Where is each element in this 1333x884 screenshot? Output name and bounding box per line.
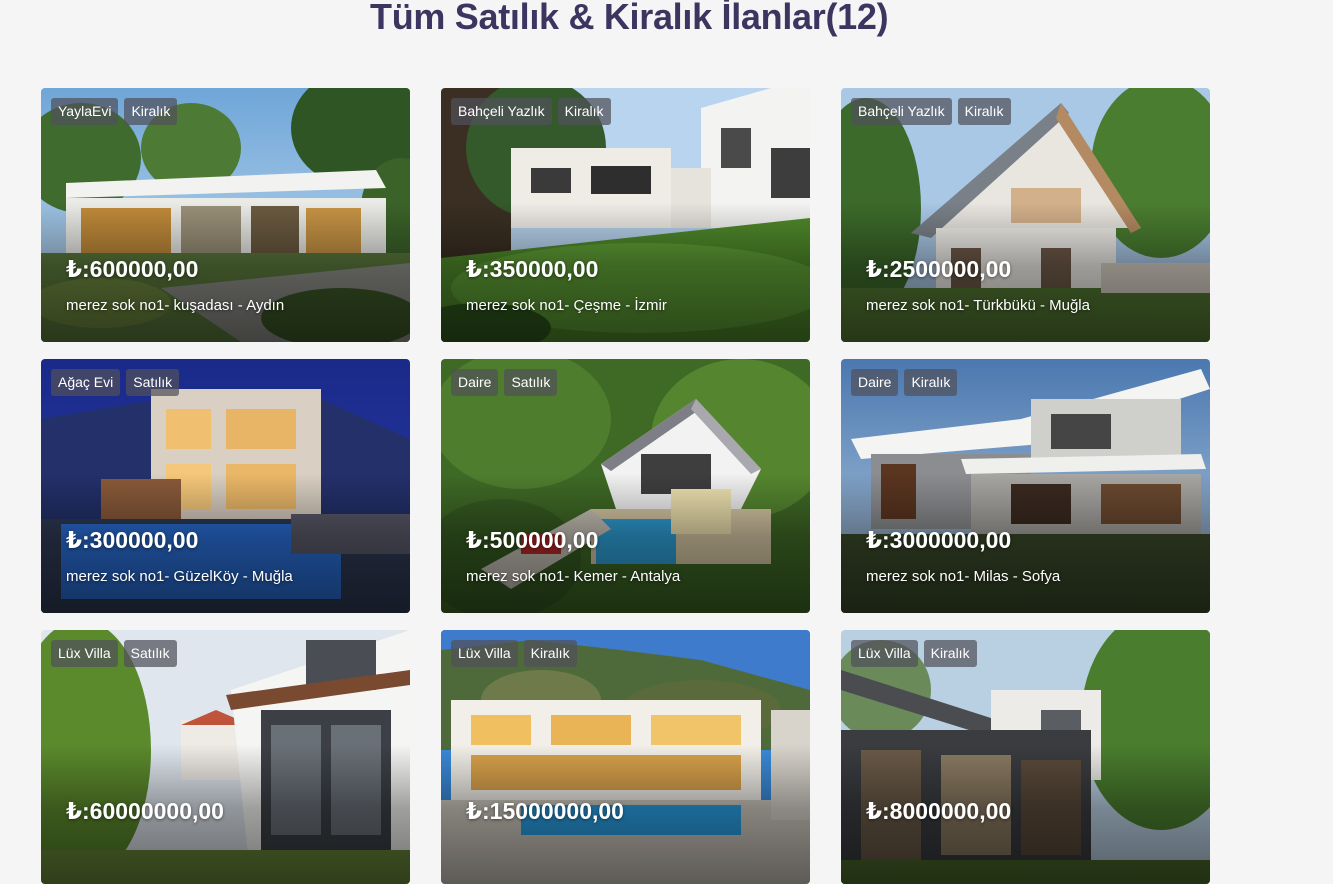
listing-tags: Bahçeli Yazlık Kiralık (851, 98, 1011, 125)
listing-status-tag[interactable]: Satılık (126, 369, 180, 396)
property-type-tag[interactable]: Bahçeli Yazlık (451, 98, 552, 125)
listing-price: ₺:350000,00 (466, 256, 599, 282)
listing-address: merez sok no1- kuşadası - Aydın (66, 297, 285, 314)
listing-status-tag[interactable]: Kiralık (124, 98, 178, 125)
page-title: Tüm Satılık & Kiralık İlanlar(12) (370, 0, 889, 37)
listing-address: merez sok no1- Milas - Sofya (866, 568, 1061, 585)
listing-status-tag[interactable]: Satılık (123, 640, 177, 667)
listing-address: merez sok no1- Kemer - Antalya (466, 568, 681, 585)
listing-tags: YaylaEvi Kiralık (51, 98, 178, 125)
listing-card[interactable]: Lüx Villa Kiralık ₺:8000000,00 (841, 630, 1210, 884)
listing-tags: Lüx Villa Kiralık (451, 640, 577, 667)
listing-card[interactable]: Bahçeli Yazlık Kiralık ₺:2500000,00 mere… (841, 88, 1210, 342)
property-type-tag[interactable]: Daire (851, 369, 899, 396)
listing-status-tag[interactable]: Satılık (504, 369, 558, 396)
listing-status-tag[interactable]: Kiralık (957, 98, 1011, 125)
listing-tags: Bahçeli Yazlık Kiralık (451, 98, 611, 125)
listing-tags: Daire Kiralık (851, 369, 958, 396)
listing-price: ₺:300000,00 (66, 527, 199, 553)
property-type-tag[interactable]: YaylaEvi (51, 98, 119, 125)
listing-card[interactable]: Daire Satılık ₺:500000,00 merez sok no1-… (441, 359, 810, 613)
listing-status-tag[interactable]: Kiralık (523, 640, 577, 667)
listing-tags: Ağaç Evi Satılık (51, 369, 180, 396)
listing-card[interactable]: Daire Kiralık ₺:3000000,00 merez sok no1… (841, 359, 1210, 613)
listing-tags: Lüx Villa Kiralık (851, 640, 977, 667)
listing-tags: Lüx Villa Satılık (51, 640, 177, 667)
listing-price: ₺:2500000,00 (866, 256, 1012, 282)
listing-address: merez sok no1- Çeşme - İzmir (466, 297, 667, 314)
listing-price: ₺:8000000,00 (866, 798, 1012, 824)
listing-status-tag[interactable]: Kiralık (923, 640, 977, 667)
listings-grid: YaylaEvi Kiralık ₺:600000,00 merez sok n… (41, 88, 1210, 884)
listing-card[interactable]: Bahçeli Yazlık Kiralık ₺:350000,00 merez… (441, 88, 810, 342)
listing-price: ₺:60000000,00 (66, 798, 224, 824)
listing-status-tag[interactable]: Kiralık (904, 369, 958, 396)
listing-card[interactable]: Lüx Villa Satılık ₺:60000000,00 (41, 630, 410, 884)
listing-card[interactable]: YaylaEvi Kiralık ₺:600000,00 merez sok n… (41, 88, 410, 342)
listing-tags: Daire Satılık (451, 369, 558, 396)
listing-card[interactable]: Ağaç Evi Satılık ₺:300000,00 merez sok n… (41, 359, 410, 613)
property-type-tag[interactable]: Daire (451, 369, 499, 396)
listing-address: merez sok no1- Türkbükü - Muğla (866, 297, 1090, 314)
listing-price: ₺:500000,00 (466, 527, 599, 553)
property-type-tag[interactable]: Bahçeli Yazlık (851, 98, 952, 125)
property-type-tag[interactable]: Lüx Villa (851, 640, 918, 667)
listing-card[interactable]: Lüx Villa Kiralık ₺:15000000,00 (441, 630, 810, 884)
property-type-tag[interactable]: Lüx Villa (451, 640, 518, 667)
listing-address: merez sok no1- GüzelKöy - Muğla (66, 568, 293, 585)
listing-price: ₺:3000000,00 (866, 527, 1012, 553)
listing-status-tag[interactable]: Kiralık (557, 98, 611, 125)
property-type-tag[interactable]: Lüx Villa (51, 640, 118, 667)
property-type-tag[interactable]: Ağaç Evi (51, 369, 121, 396)
listing-price: ₺:15000000,00 (466, 798, 624, 824)
listing-price: ₺:600000,00 (66, 256, 199, 282)
